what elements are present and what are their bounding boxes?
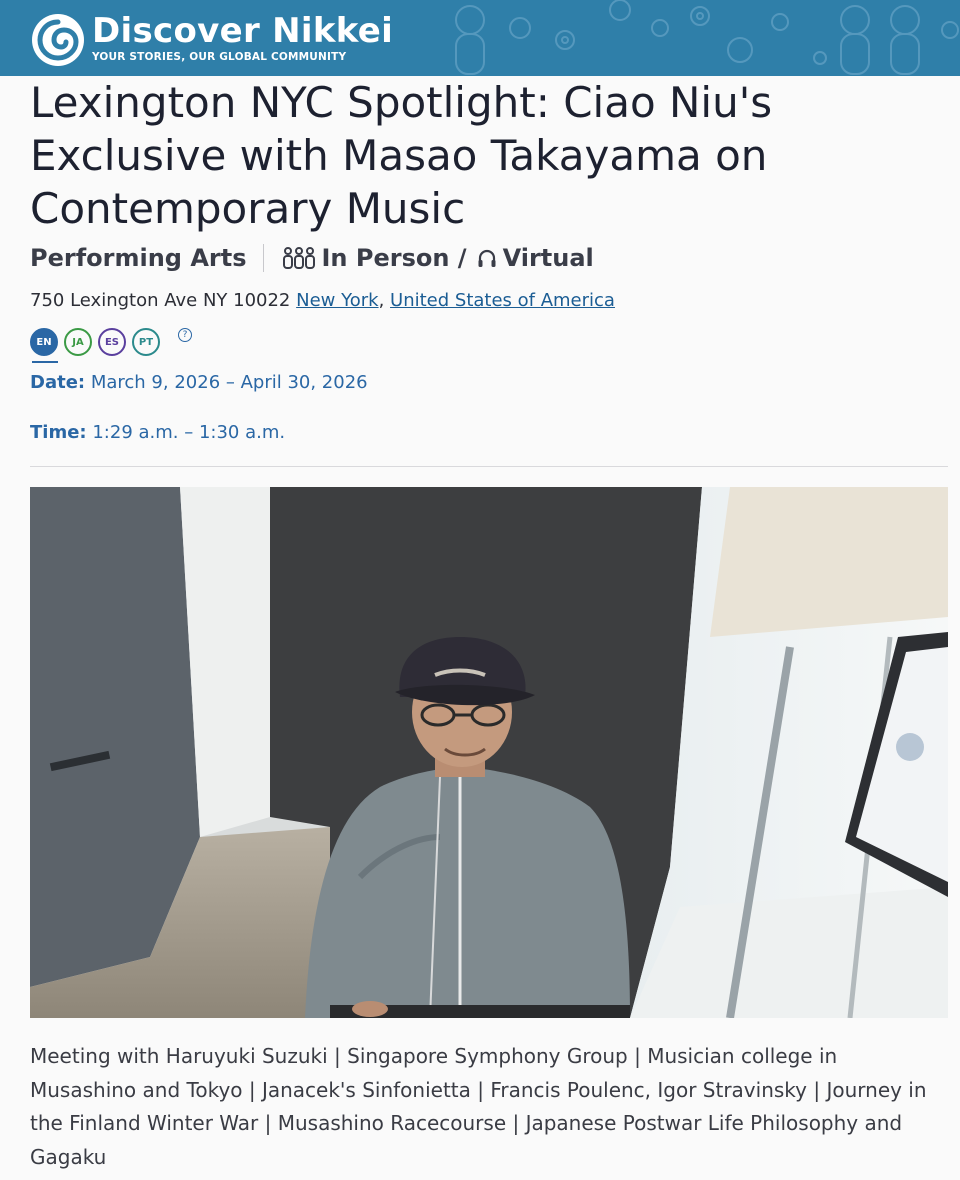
- date-value: March 9, 2026 – April 30, 2026: [90, 372, 368, 393]
- event-photo[interactable]: [30, 487, 948, 1018]
- time-value: 1:29 a.m. – 1:30 a.m.: [92, 422, 286, 443]
- time-label: Time:: [30, 422, 87, 443]
- language-en-button[interactable]: EN: [30, 328, 58, 363]
- event-address: 750 Lexington Ave NY 10022 New York, Uni…: [30, 288, 615, 314]
- date-label: Date:: [30, 372, 86, 393]
- country-link[interactable]: United States of America: [390, 290, 615, 311]
- headphones-icon: [478, 249, 496, 267]
- photo-caption: Meeting with Haruyuki Suzuki | Singapore…: [30, 1044, 927, 1169]
- event-date: Date: March 9, 2026 – April 30, 2026: [30, 370, 368, 396]
- meta-divider: [262, 244, 264, 272]
- street-address: 750 Lexington Ave NY 10022: [30, 290, 291, 311]
- language-ja-button[interactable]: JA: [64, 328, 92, 356]
- in-person-label: In Person /: [321, 244, 467, 272]
- event-title: Lexington NYC Spotlight: Ciao Niu's Excl…: [30, 78, 773, 233]
- discover-nikkei-logo-icon: [32, 14, 84, 66]
- interview-video-still: [30, 487, 948, 1018]
- virtual-label: Virtual: [502, 244, 594, 272]
- event-meta: Performing Arts In Person / Virtual: [30, 240, 594, 276]
- event-time: Time: 1:29 a.m. – 1:30 a.m.: [30, 420, 285, 446]
- category-label[interactable]: Performing Arts: [30, 244, 247, 272]
- brand[interactable]: Discover Nikkei YOUR STORIES, OUR GLOBAL…: [32, 6, 393, 66]
- in-person-mode: In Person /: [282, 244, 467, 272]
- site-header: Discover Nikkei YOUR STORIES, OUR GLOBAL…: [0, 0, 960, 76]
- language-pt-button[interactable]: PT: [132, 328, 160, 356]
- people-icon: [282, 247, 315, 269]
- virtual-mode: Virtual: [477, 244, 594, 272]
- help-icon[interactable]: ?: [178, 328, 192, 342]
- section-divider: [30, 466, 948, 467]
- brand-tagline: YOUR STORIES, OUR GLOBAL COMMUNITY: [92, 51, 347, 63]
- address-comma: ,: [378, 290, 385, 311]
- language-es-button[interactable]: ES: [98, 328, 126, 356]
- city-link[interactable]: New York: [296, 290, 378, 311]
- language-switcher: EN JA ES PT ?: [30, 328, 192, 363]
- brand-title: Discover Nikkei: [92, 11, 394, 51]
